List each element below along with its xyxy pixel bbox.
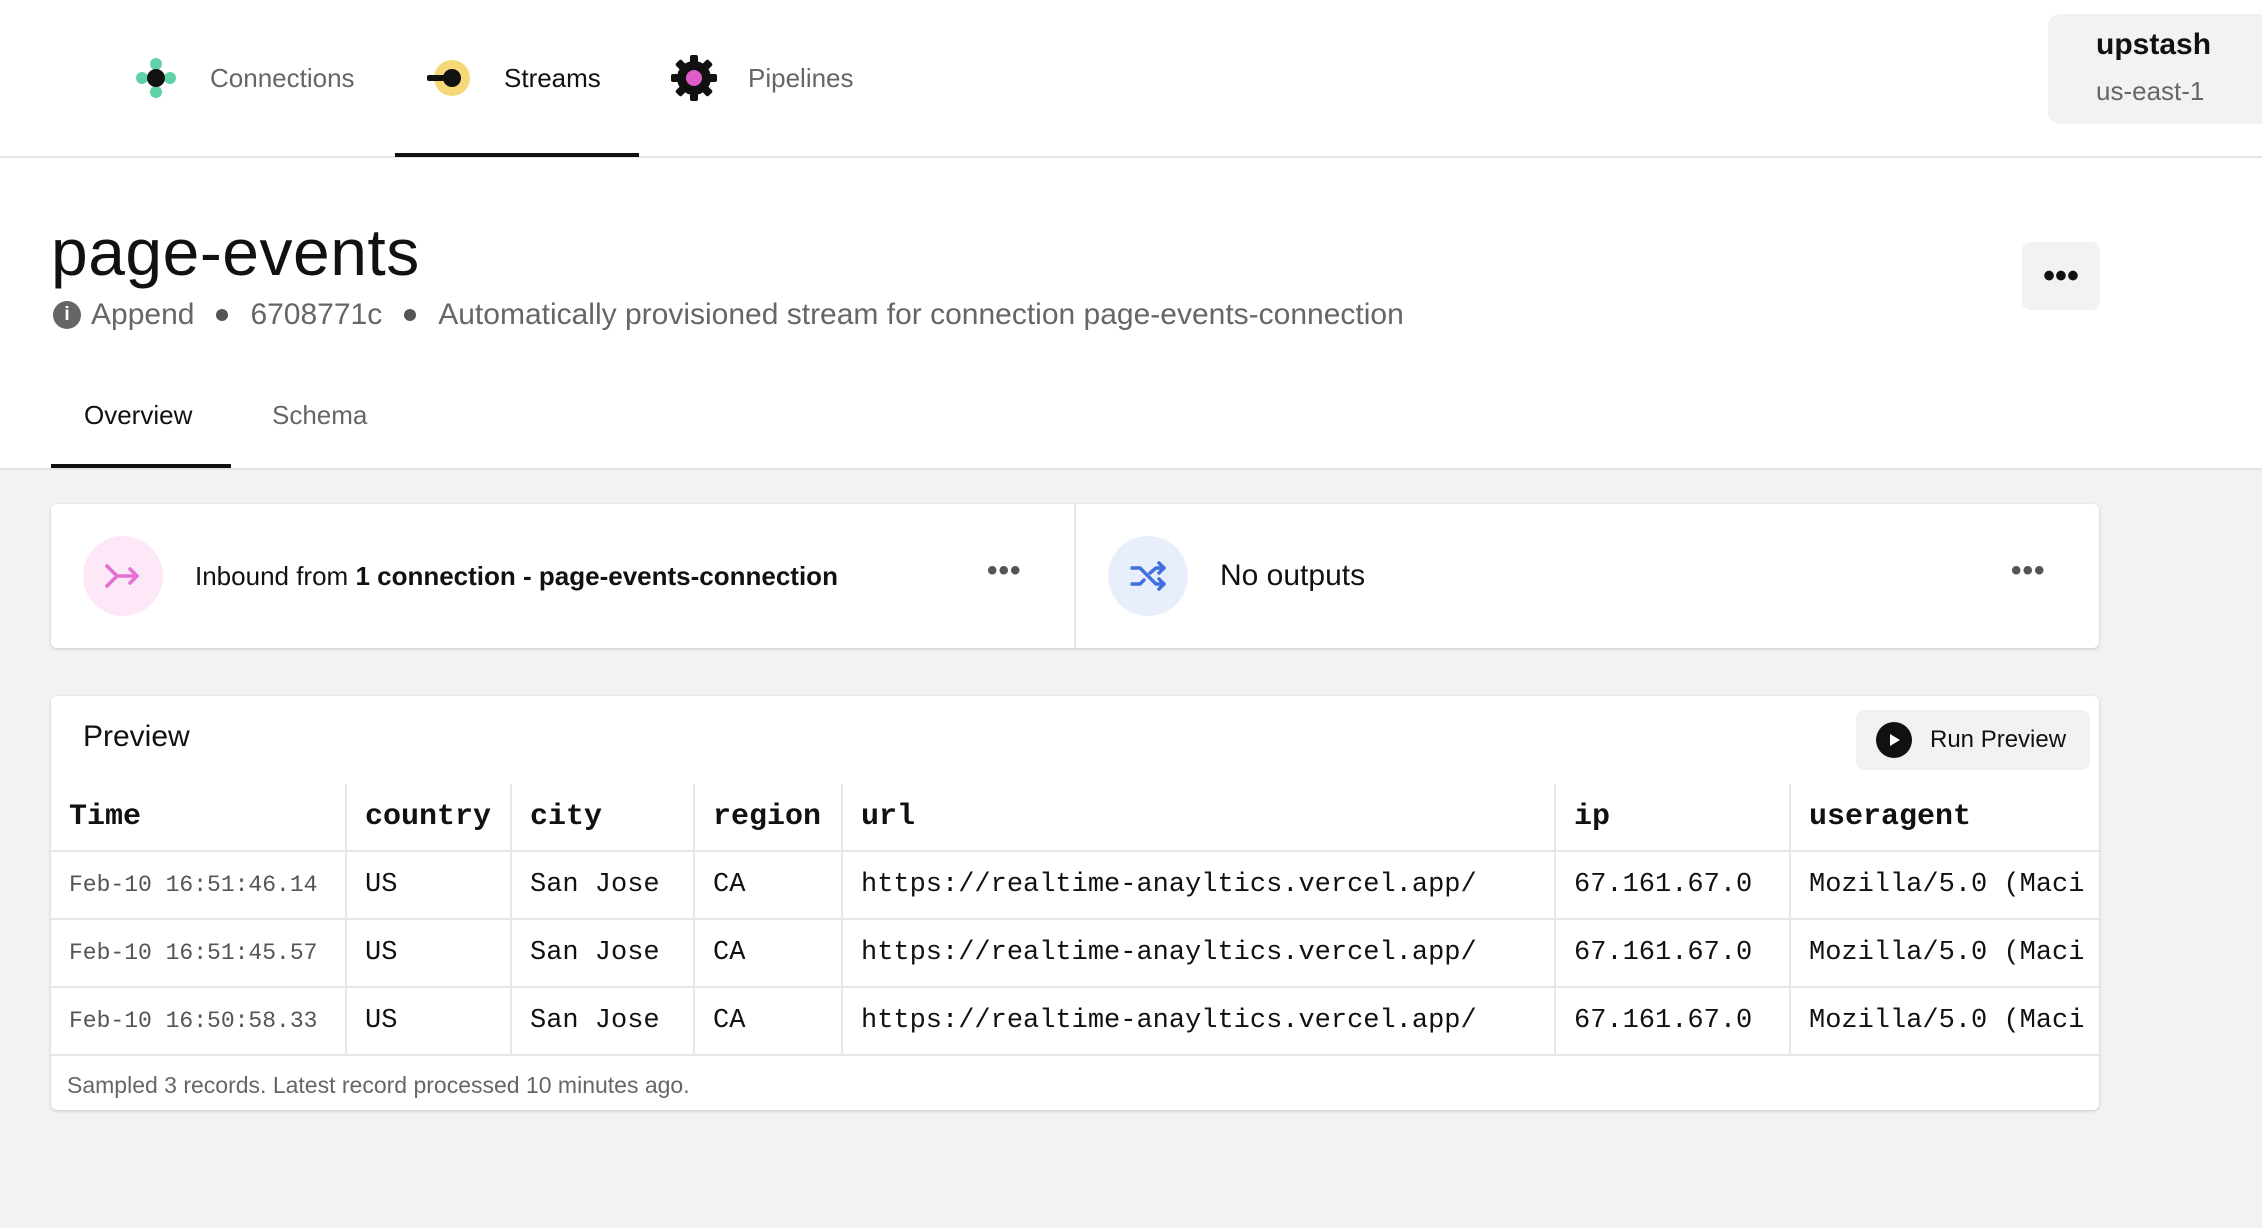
cell-url: https://realtime-anayltics.vercel.app/ (841, 918, 1556, 988)
preview-footer: Sampled 3 records. Latest record process… (67, 1072, 690, 1098)
cell-useragent: Mozilla/5.0 (Maci (1789, 918, 2099, 988)
inbound-connection-link[interactable]: 1 connection - page-events-connection (355, 561, 838, 591)
column-header-useragent[interactable]: useragent (1789, 784, 2099, 852)
cell-country: US (345, 850, 512, 920)
nav-connections-label: Connections (210, 62, 355, 93)
cell-time: Feb-10 16:51:46.14 (51, 850, 347, 920)
outputs-text: No outputs (1220, 559, 1366, 592)
stream-description: Automatically provisioned stream for con… (438, 298, 1404, 331)
cell-useragent: Mozilla/5.0 (Maci (1789, 850, 2099, 920)
nav-pipelines-label: Pipelines (748, 62, 854, 93)
streams-icon (424, 52, 476, 104)
nav-streams[interactable]: Streams (424, 0, 601, 156)
tab-schema[interactable]: Schema (272, 400, 367, 431)
tab-overview[interactable]: Overview (84, 400, 192, 431)
column-header-url[interactable]: url (841, 784, 1556, 852)
account-org: upstash (2096, 28, 2212, 61)
page-header: Connections Streams Pipelines upstash us… (0, 0, 2262, 470)
preview-table: Time country city region url ip useragen… (51, 784, 2099, 1056)
connections-icon (130, 52, 182, 104)
page-title: page-events (51, 215, 420, 289)
cell-city: San Jose (510, 850, 695, 920)
account-region: us-east-1 (2096, 76, 2205, 106)
nav-active-indicator (395, 153, 639, 157)
top-nav: Connections Streams Pipelines (0, 0, 2262, 158)
preview-panel: Preview Run Preview Time country city re… (51, 696, 2099, 1110)
account-switcher[interactable]: upstash us-east-1 (2048, 14, 2262, 124)
separator-dot (216, 309, 229, 321)
more-options-button[interactable]: ••• (2022, 242, 2100, 310)
cell-url: https://realtime-anayltics.vercel.app/ (841, 986, 1556, 1056)
run-preview-label: Run Preview (1930, 726, 2067, 753)
table-row[interactable]: Feb-10 16:51:46.14 US San Jose CA https:… (51, 850, 2099, 920)
column-header-country[interactable]: country (345, 784, 512, 852)
nav-connections[interactable]: Connections (130, 0, 355, 156)
cell-city: San Jose (510, 986, 695, 1056)
cell-region: CA (693, 986, 843, 1056)
play-icon (1876, 722, 1912, 758)
cell-country: US (345, 986, 512, 1056)
column-header-region[interactable]: region (693, 784, 843, 852)
table-row[interactable]: Feb-10 16:51:45.57 US San Jose CA https:… (51, 918, 2099, 988)
inbound-prefix: Inbound from (195, 560, 356, 591)
outputs-more-button[interactable]: ••• (2011, 554, 2046, 588)
cell-region: CA (693, 918, 843, 988)
table-row[interactable]: Feb-10 16:50:58.33 US San Jose CA https:… (51, 986, 2099, 1056)
gear-icon (668, 52, 720, 104)
column-header-ip[interactable]: ip (1554, 784, 1791, 852)
cell-url: https://realtime-anayltics.vercel.app/ (841, 850, 1556, 920)
cell-ip: 67.161.67.0 (1554, 918, 1791, 988)
inbound-more-button[interactable]: ••• (987, 554, 1022, 588)
info-icon: i (53, 301, 81, 329)
column-header-time[interactable]: Time (51, 784, 347, 852)
io-summary-card: Inbound from 1 connection - page-events-… (51, 504, 2099, 648)
cell-time: Feb-10 16:50:58.33 (51, 986, 347, 1056)
tab-active-indicator (51, 464, 231, 468)
preview-title: Preview (83, 720, 190, 753)
cell-ip: 67.161.67.0 (1554, 986, 1791, 1056)
cell-useragent: Mozilla/5.0 (Maci (1789, 986, 2099, 1056)
cell-country: US (345, 918, 512, 988)
table-header-row: Time country city region url ip useragen… (51, 784, 2099, 852)
stream-id: 6708771c (250, 298, 383, 331)
cell-region: CA (693, 850, 843, 920)
card-divider (1074, 504, 1076, 648)
inbound-text: Inbound from 1 connection - page-events-… (195, 561, 838, 592)
cell-ip: 67.161.67.0 (1554, 850, 1791, 920)
cell-city: San Jose (510, 918, 695, 988)
nav-streams-label: Streams (504, 62, 601, 93)
run-preview-button[interactable]: Run Preview (1856, 710, 2090, 770)
merge-arrows-icon (83, 536, 163, 616)
inbound-section: Inbound from 1 connection - page-events-… (83, 504, 838, 648)
shuffle-icon (1108, 536, 1188, 616)
column-header-city[interactable]: city (510, 784, 695, 852)
stream-meta: i Append 6708771c Automatically provisio… (53, 298, 1404, 332)
outputs-section: No outputs (1108, 504, 1365, 648)
cell-time: Feb-10 16:51:45.57 (51, 918, 347, 988)
separator-dot (404, 309, 417, 321)
nav-pipelines[interactable]: Pipelines (668, 0, 854, 156)
stream-mode: Append (91, 298, 195, 331)
